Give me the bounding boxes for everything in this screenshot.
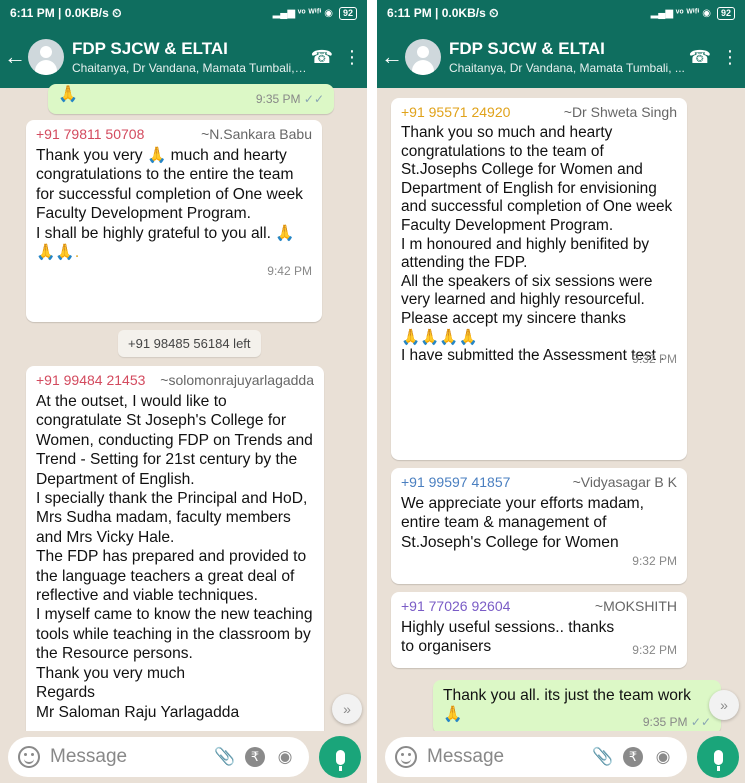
payment-icon[interactable]: ₹ — [623, 747, 643, 767]
sender-name: ~N.Sankara Babu — [201, 126, 312, 142]
add-call-icon[interactable]: ☎ — [685, 47, 715, 68]
sender-name: ~solomonrajuyarlagadda — [160, 372, 314, 388]
chat-title: FDP SJCW & ELTAI — [72, 39, 228, 58]
mic-icon — [713, 749, 723, 771]
attach-icon[interactable]: 📎 — [211, 747, 239, 767]
message-time: 9:42 PM — [267, 264, 312, 279]
message-bubble[interactable]: +91 77026 92604 ~MOKSHITH Highly useful … — [391, 592, 687, 668]
sender-name: ~Dr Shweta Singh — [563, 104, 677, 120]
add-call-icon[interactable]: ☎ — [307, 47, 337, 68]
chat-title-area[interactable]: FDP SJCW & ELTAI Chaitanya, Dr Vandana, … — [72, 39, 307, 75]
message-text: At the outset, I would like to congratul… — [36, 393, 313, 721]
message-time: 9:35 PM — [642, 714, 688, 729]
signal-wifi-icon: ▂▄▆ ᵛᵒ ᵂⁱᶠⁱ ◉ — [272, 7, 333, 19]
mic-icon — [335, 749, 345, 771]
message-input[interactable] — [50, 746, 211, 768]
outgoing-message[interactable]: Thank you all. its just the team work 🙏 … — [433, 680, 721, 734]
sender-phone[interactable]: +91 99484 21453 — [36, 372, 145, 388]
message-bubble[interactable]: +91 99484 21453 ~solomonrajuyarlagadda A… — [26, 366, 324, 746]
chat-members: Chaitanya, Dr Vandana, Mamata Tumbali, .… — [449, 61, 685, 75]
message-time: 9:32 PM — [632, 554, 677, 569]
message-time: 9:35 PM — [255, 92, 301, 106]
back-arrow-icon[interactable]: ← — [381, 46, 403, 68]
status-time: 6:11 PM | 0.0KB/s ⏲ — [387, 5, 499, 20]
message-text: Thank you so much and hearty congratulat… — [401, 124, 673, 365]
sender-phone[interactable]: +91 95571 24920 — [401, 104, 510, 120]
emoji-icon[interactable] — [395, 746, 417, 768]
battery-icon: 92 — [338, 6, 357, 20]
chat-members: Chaitanya, Dr Vandana, Mamata Tumbali, .… — [72, 61, 307, 75]
message-bubble[interactable]: +91 95571 24920 ~Dr Shweta Singh Thank y… — [391, 98, 687, 460]
menu-icon[interactable]: ⋮ — [715, 47, 745, 68]
camera-icon[interactable]: ◉ — [271, 747, 299, 767]
chat-title: FDP SJCW & ELTAI — [449, 39, 605, 58]
scroll-down-icon[interactable]: » — [709, 690, 739, 720]
outgoing-message[interactable]: 🙏 9:35 PM ✓✓ — [48, 84, 334, 114]
read-ticks-icon: ✓✓ — [303, 92, 324, 106]
scroll-down-icon[interactable]: » — [332, 694, 362, 724]
pray-emoji: 🙏 — [58, 86, 78, 103]
sender-name: ~MOKSHITH — [594, 598, 677, 614]
payment-icon[interactable]: ₹ — [245, 747, 265, 767]
message-text: We appreciate your efforts madam, entire… — [401, 495, 644, 551]
sender-phone[interactable]: +91 77026 92604 — [401, 598, 510, 614]
left-phone-screen: 6:11 PM | 0.0KB/s ⏲ ▂▄▆ ᵛᵒ ᵂⁱᶠⁱ ◉ 92 ← F… — [0, 0, 367, 783]
message-bubble[interactable]: +91 99597 41857 ~Vidyasagar B K We appre… — [391, 468, 687, 584]
camera-icon[interactable]: ◉ — [649, 747, 677, 767]
emoji-icon[interactable] — [18, 746, 40, 768]
right-phone-screen: 6:11 PM | 0.0KB/s ⏲ ▂▄▆ ᵛᵒ ᵂⁱᶠⁱ ◉ 92 ← F… — [377, 0, 745, 783]
system-message: +91 98485 56184 left — [118, 330, 261, 357]
sender-name: ~Vidyasagar B K — [572, 474, 677, 490]
message-composer: 📎 ₹ ◉ — [377, 731, 745, 783]
message-bubble[interactable]: +91 79811 50708 ~N.Sankara Babu Thank yo… — [26, 120, 322, 322]
menu-icon[interactable]: ⋮ — [337, 47, 367, 68]
back-arrow-icon[interactable]: ← — [4, 46, 26, 68]
group-avatar[interactable] — [28, 39, 64, 75]
message-text: Thank you very 🙏 much and hearty congrat… — [36, 147, 303, 262]
chat-header: ← FDP SJCW & ELTAI Chaitanya, Dr Vandana… — [0, 26, 367, 88]
mic-button[interactable] — [319, 736, 361, 778]
signal-wifi-icon: ▂▄▆ ᵛᵒ ᵂⁱᶠⁱ ◉ — [650, 7, 711, 19]
mic-button[interactable] — [697, 736, 739, 778]
status-bar: 6:11 PM | 0.0KB/s ⏲ ▂▄▆ ᵛᵒ ᵂⁱᶠⁱ ◉ 92 — [377, 0, 745, 26]
group-avatar[interactable] — [405, 39, 441, 75]
status-bar: 6:11 PM | 0.0KB/s ⏲ ▂▄▆ ᵛᵒ ᵂⁱᶠⁱ ◉ 92 — [0, 0, 367, 26]
message-composer: 📎 ₹ ◉ — [0, 731, 367, 783]
chat-header: ← FDP SJCW & ELTAI Chaitanya, Dr Vandana… — [377, 26, 745, 88]
status-time: 6:11 PM | 0.0KB/s ⏲ — [10, 5, 122, 20]
message-input[interactable] — [427, 746, 589, 768]
chat-title-area[interactable]: FDP SJCW & ELTAI Chaitanya, Dr Vandana, … — [449, 39, 685, 75]
sender-phone[interactable]: +91 79811 50708 — [36, 126, 144, 142]
battery-icon: 92 — [716, 6, 735, 20]
attach-icon[interactable]: 📎 — [589, 747, 617, 767]
sender-phone[interactable]: +91 99597 41857 — [401, 474, 510, 490]
read-ticks-icon: ✓✓ — [690, 714, 711, 729]
